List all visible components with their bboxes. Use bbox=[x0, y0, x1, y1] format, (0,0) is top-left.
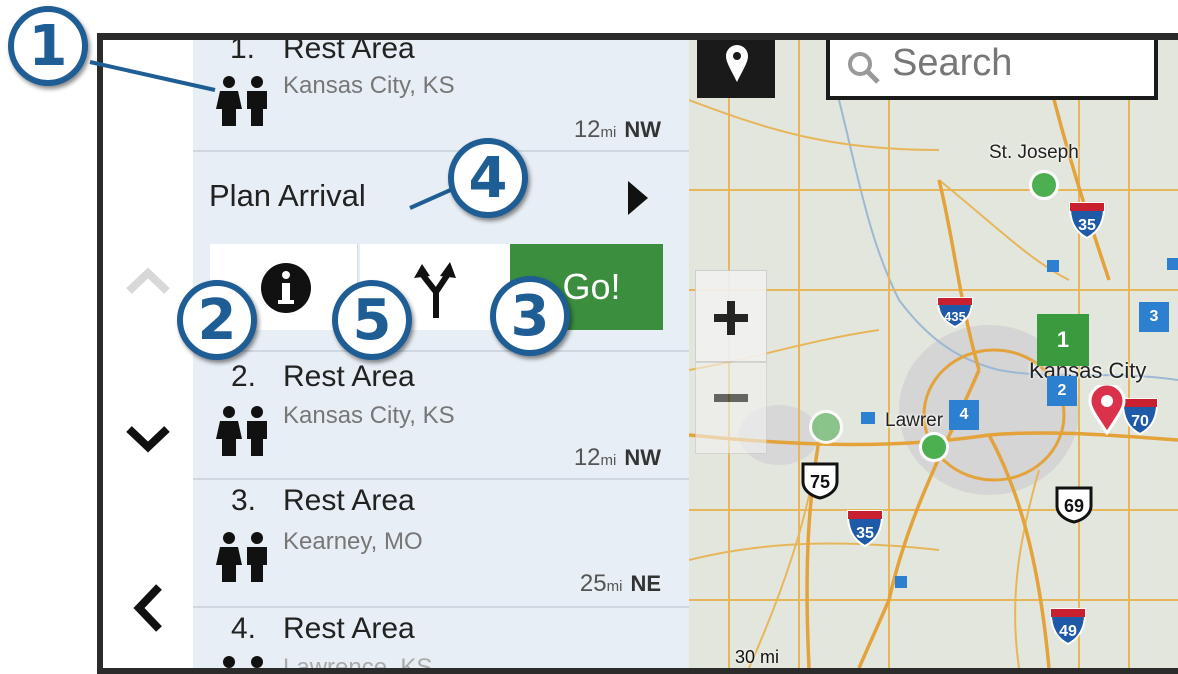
callout-number: 3 bbox=[510, 283, 550, 349]
callout-4: 4 bbox=[448, 138, 528, 218]
callout-2: 2 bbox=[177, 280, 257, 360]
callout-3: 3 bbox=[490, 276, 570, 356]
manual-figure: 1. Rest Area Kansas City, KS 12mi NW Plan… bbox=[0, 0, 1178, 674]
callout-leaders bbox=[89, 60, 456, 210]
callout-number: 1 bbox=[28, 13, 68, 79]
callout-number: 2 bbox=[197, 287, 237, 353]
callout-1: 1 bbox=[8, 6, 88, 86]
callout-number: 5 bbox=[352, 287, 392, 353]
callout-number: 4 bbox=[468, 145, 508, 211]
callout-5: 5 bbox=[332, 280, 412, 360]
